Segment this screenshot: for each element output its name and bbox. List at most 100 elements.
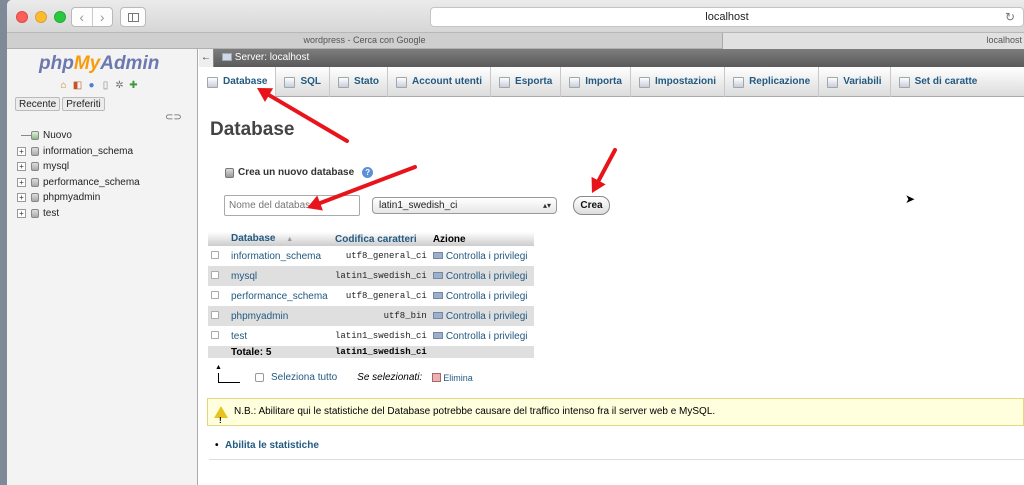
tree-item-label: Nuovo bbox=[43, 130, 72, 141]
delete-selected-button[interactable]: Elimina bbox=[443, 373, 473, 383]
row-checkbox[interactable] bbox=[211, 290, 219, 299]
browser-tab-active[interactable]: localhost bbox=[722, 33, 1024, 49]
expand-icon[interactable]: + bbox=[17, 208, 26, 218]
export-icon bbox=[499, 76, 511, 88]
close-window-button[interactable] bbox=[16, 11, 28, 23]
database-name-link[interactable]: phpmyadmin bbox=[228, 306, 332, 326]
tab-label: SQL bbox=[300, 76, 322, 87]
tab-replication[interactable]: Replicazione bbox=[725, 67, 820, 97]
refresh-icon[interactable]: ✚ bbox=[128, 80, 139, 91]
browser-tab[interactable]: wordpress - Cerca con Google bbox=[7, 33, 722, 49]
server-breadcrumb-link[interactable]: Server: localhost bbox=[235, 52, 309, 63]
row-checkbox[interactable] bbox=[211, 330, 219, 339]
tree-item-new[interactable]: Nuovo bbox=[17, 128, 140, 144]
row-checkbox-cell bbox=[208, 246, 228, 266]
tab-label: Variabili bbox=[843, 76, 882, 87]
tab-title: localhost bbox=[986, 35, 1022, 45]
row-checkbox-cell bbox=[208, 306, 228, 326]
database-name-link[interactable]: performance_schema bbox=[228, 286, 332, 306]
address-bar[interactable]: localhost ↻ bbox=[430, 7, 1024, 27]
column-header-collation[interactable]: Codifica caratteri bbox=[332, 232, 430, 246]
tree-item-database[interactable]: + performance_schema bbox=[17, 175, 140, 191]
header-checkbox-column bbox=[208, 232, 228, 246]
reload-icon[interactable]: ↻ bbox=[1005, 8, 1015, 26]
tree-item-database[interactable]: + test bbox=[17, 206, 140, 222]
tree-item-label: information_schema bbox=[43, 145, 134, 157]
total-empty-cell bbox=[208, 346, 228, 358]
tab-label: Impostazioni bbox=[654, 76, 717, 87]
tab-database[interactable]: Database bbox=[199, 67, 277, 97]
minimize-window-button[interactable] bbox=[35, 11, 47, 23]
tab-label: Importa bbox=[585, 76, 622, 87]
nav-icon-row: ⌂ ◧ ● ▯ ✲ ✚ bbox=[58, 80, 139, 91]
expand-icon[interactable]: + bbox=[17, 146, 26, 156]
row-checkbox[interactable] bbox=[211, 310, 219, 319]
check-privileges-link[interactable]: Controlla i privilegi bbox=[429, 306, 534, 326]
tree-item-database[interactable]: + mysql bbox=[17, 159, 140, 175]
select-all-label[interactable]: Seleziona tutto bbox=[271, 372, 337, 383]
forward-icon[interactable]: › bbox=[93, 8, 113, 26]
database-name-link[interactable]: test bbox=[228, 326, 332, 346]
database-name-link[interactable]: information_schema bbox=[228, 246, 332, 266]
tab-variables[interactable]: Variabili bbox=[819, 67, 891, 97]
tab-user-accounts[interactable]: Account utenti bbox=[388, 67, 492, 97]
privileges-icon bbox=[432, 252, 443, 260]
privileges-icon bbox=[432, 332, 443, 340]
tree-item-database[interactable]: + information_schema bbox=[17, 144, 140, 160]
expand-icon[interactable]: + bbox=[17, 162, 26, 171]
logout-icon[interactable]: ◧ bbox=[72, 80, 83, 91]
sidebar-toggle-button[interactable] bbox=[120, 7, 146, 27]
zoom-window-button[interactable] bbox=[54, 11, 66, 23]
create-database-button[interactable]: Crea bbox=[573, 196, 610, 215]
docs-icon[interactable]: ▯ bbox=[100, 80, 111, 91]
expand-icon[interactable]: + bbox=[17, 193, 26, 202]
select-arrows-icon: ▴▾ bbox=[542, 201, 551, 210]
back-icon[interactable]: ‹ bbox=[72, 8, 93, 26]
tab-label: Replicazione bbox=[749, 76, 811, 87]
phpmyadmin-logo[interactable]: phpMyAdmin bbox=[39, 53, 159, 75]
new-database-icon bbox=[225, 167, 234, 178]
page-title: Database bbox=[210, 119, 295, 140]
delete-icon[interactable] bbox=[432, 373, 442, 382]
total-collation: latin1_swedish_ci bbox=[332, 346, 430, 358]
collation-cell: utf8_general_ci bbox=[332, 246, 430, 266]
check-privileges-link[interactable]: Controlla i privilegi bbox=[429, 286, 534, 306]
notice-text: N.B.: Abilitare qui le statistiche del D… bbox=[234, 406, 716, 417]
favorites-button[interactable]: Preferiti bbox=[62, 97, 105, 111]
check-privileges-link[interactable]: Controlla i privilegi bbox=[429, 266, 534, 286]
home-icon[interactable]: ⌂ bbox=[58, 80, 69, 91]
column-header-database[interactable]: Database ▲ bbox=[228, 232, 332, 246]
recent-favorites-tabs: Recente Preferiti bbox=[15, 97, 105, 111]
recent-button[interactable]: Recente bbox=[15, 97, 61, 111]
logo-part: My bbox=[73, 53, 101, 74]
tab-export[interactable]: Esporta bbox=[491, 67, 562, 97]
check-privileges-link[interactable]: Controlla i privilegi bbox=[429, 326, 534, 346]
collation-cell: utf8_general_ci bbox=[332, 286, 430, 306]
collapse-nav-icon[interactable]: ← bbox=[199, 49, 214, 67]
tab-import[interactable]: Importa bbox=[561, 67, 631, 97]
enable-statistics-link[interactable]: Abilita le statistiche bbox=[215, 440, 319, 451]
table-row: mysql latin1_swedish_ci Controlla i priv… bbox=[208, 266, 534, 286]
tab-charsets[interactable]: Set di caratte bbox=[891, 67, 986, 97]
tab-sql[interactable]: SQL bbox=[276, 67, 331, 97]
help-icon[interactable]: ? bbox=[362, 167, 374, 178]
collation-cell: utf8_bin bbox=[332, 306, 430, 326]
select-all-checkbox[interactable] bbox=[255, 373, 264, 382]
row-checkbox[interactable] bbox=[211, 270, 219, 279]
settings-icon[interactable]: ✲ bbox=[114, 80, 125, 91]
help-icon[interactable]: ● bbox=[86, 80, 97, 91]
link-with-main-icon[interactable]: ⊂⊃ bbox=[165, 112, 182, 123]
database-name-link[interactable]: mysql bbox=[228, 266, 332, 286]
column-header-action: Azione bbox=[429, 232, 534, 246]
check-privileges-link[interactable]: Controlla i privilegi bbox=[429, 246, 534, 266]
tab-settings[interactable]: Impostazioni bbox=[631, 67, 726, 97]
tab-status[interactable]: Stato bbox=[330, 67, 389, 97]
database-icon bbox=[31, 208, 39, 218]
database-name-input[interactable] bbox=[224, 195, 360, 216]
privileges-icon bbox=[432, 292, 443, 300]
expand-icon[interactable]: + bbox=[17, 177, 26, 187]
mouse-cursor-icon: ➤ bbox=[905, 192, 916, 206]
tree-item-database[interactable]: + phpmyadmin bbox=[17, 190, 140, 206]
collation-select[interactable]: latin1_swedish_ci ▴▾ bbox=[372, 197, 557, 214]
row-checkbox[interactable] bbox=[211, 250, 219, 259]
